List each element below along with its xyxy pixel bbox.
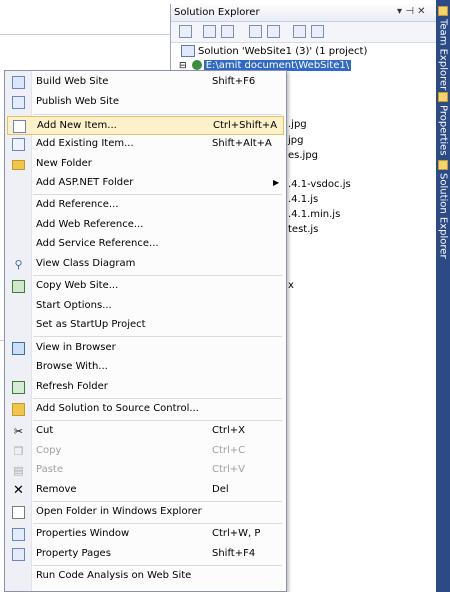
menu-separator <box>33 275 282 276</box>
editor-divider <box>0 34 170 35</box>
menu-item-property-pages[interactable]: Property Pages Shift+F4 <box>7 545 284 564</box>
menu-item-add-to-source-control[interactable]: Add Solution to Source Control... <box>7 400 284 419</box>
tree-item[interactable]: .4.1.min.js <box>288 209 340 224</box>
solution-explorer-title: Solution Explorer <box>174 7 260 18</box>
build-icon <box>12 76 25 89</box>
menu-item-new-folder[interactable]: New Folder <box>7 155 284 174</box>
solution-explorer-icon <box>438 160 448 170</box>
submenu-arrow-icon: ▶ <box>273 178 280 187</box>
cut-icon: ✂ <box>13 425 24 438</box>
menu-separator <box>33 194 282 195</box>
existing-item-icon <box>12 138 25 151</box>
tree-item[interactable]: x <box>288 280 294 295</box>
menu-item-cut[interactable]: ✂ Cut Ctrl+X <box>7 422 284 441</box>
refresh-toolbar-icon[interactable] <box>203 25 216 38</box>
side-tab-strip: Team Explorer Properties Solution Explor… <box>436 0 450 592</box>
view-designer-toolbar-icon[interactable] <box>267 25 280 38</box>
properties-window-icon <box>12 528 25 541</box>
menu-separator <box>33 398 282 399</box>
browser-icon <box>12 342 25 355</box>
tab-label: Team Explorer <box>437 19 449 91</box>
panel-controls-icon[interactable]: ▾ ⊣ ✕ <box>397 6 425 17</box>
menu-item-refresh-folder[interactable]: Refresh Folder <box>7 378 284 397</box>
menu-item-open-folder-in-explorer[interactable]: Open Folder in Windows Explorer <box>7 503 284 522</box>
tab-label: Solution Explorer <box>437 173 449 259</box>
menu-item-add-reference[interactable]: Add Reference... <box>7 196 284 215</box>
tree-item[interactable]: test.js <box>288 224 318 239</box>
solution-explorer-toolbar <box>171 22 437 43</box>
tree-item[interactable]: jpg <box>288 135 303 150</box>
folder-icon <box>12 160 25 170</box>
menu-item-start-options[interactable]: Start Options... <box>7 297 284 316</box>
tree-item[interactable]: es.jpg <box>288 150 318 165</box>
remove-icon: ✕ <box>13 483 24 498</box>
properties-icon <box>438 92 448 102</box>
menu-item-set-startup-project[interactable]: Set as StartUp Project <box>7 316 284 335</box>
menu-separator <box>33 114 282 115</box>
menu-item-copy[interactable]: ❐ Copy Ctrl+C <box>7 442 284 461</box>
tree-item[interactable]: .4.1.js <box>288 194 318 209</box>
tree-item[interactable]: .4.1-vsdoc.js <box>288 179 351 194</box>
publish-icon <box>12 96 25 109</box>
menu-item-publish-web-site[interactable]: Publish Web Site <box>7 93 284 112</box>
menu-item-properties-window[interactable]: Properties Window Ctrl+W, P <box>7 525 284 544</box>
tab-solution-explorer[interactable]: Solution Explorer <box>436 160 450 259</box>
website-icon <box>191 60 202 70</box>
menu-item-view-class-diagram[interactable]: ⚲ View Class Diagram <box>7 255 284 274</box>
menu-item-browse-with[interactable]: Browse With... <box>7 358 284 377</box>
menu-separator <box>33 523 282 524</box>
menu-separator <box>33 565 282 566</box>
solution-node[interactable]: Solution 'WebSite1 (3)' (1 project) <box>181 45 367 60</box>
solution-explorer-titlebar: Solution Explorer ▾ ⊣ ✕ <box>171 4 437 22</box>
view-code-toolbar-icon[interactable] <box>249 25 262 38</box>
menu-item-view-in-browser[interactable]: View in Browser <box>7 339 284 358</box>
paste-icon: ▤ <box>13 464 24 477</box>
new-item-icon <box>13 120 26 133</box>
copy-web-toolbar-icon[interactable] <box>293 25 306 38</box>
tab-properties[interactable]: Properties <box>436 92 450 156</box>
class-diagram-icon: ⚲ <box>14 258 23 271</box>
context-menu: Build Web Site Shift+F6 Publish Web Site … <box>4 70 287 592</box>
team-explorer-icon <box>438 6 448 16</box>
menu-item-paste[interactable]: ▤ Paste Ctrl+V <box>7 461 284 480</box>
refresh-icon <box>12 381 25 394</box>
solution-icon <box>181 45 195 57</box>
tab-team-explorer[interactable]: Team Explorer <box>436 6 450 90</box>
menu-item-add-service-reference[interactable]: Add Service Reference... <box>7 235 284 254</box>
menu-item-run-code-analysis[interactable]: Run Code Analysis on Web Site <box>7 567 284 586</box>
copy-icon: ❐ <box>13 445 24 458</box>
menu-separator <box>33 501 282 502</box>
asp-config-toolbar-icon[interactable] <box>311 25 324 38</box>
menu-item-add-existing-item[interactable]: Add Existing Item... Shift+Alt+A <box>7 135 284 154</box>
solution-label: Solution 'WebSite1 (3)' (1 project) <box>198 46 368 57</box>
copy-site-icon <box>12 280 25 293</box>
tree-item[interactable]: .jpg <box>288 119 307 134</box>
menu-item-build-web-site[interactable]: Build Web Site Shift+F6 <box>7 73 284 92</box>
menu-item-add-web-reference[interactable]: Add Web Reference... <box>7 216 284 235</box>
menu-separator <box>33 336 282 337</box>
tab-label: Properties <box>437 105 449 156</box>
menu-item-add-new-item[interactable]: Add New Item... Ctrl+Shift+A <box>7 116 284 135</box>
nest-files-toolbar-icon[interactable] <box>221 25 234 38</box>
properties-toolbar-icon[interactable] <box>179 25 192 38</box>
menu-separator <box>33 420 282 421</box>
open-folder-icon <box>12 506 25 519</box>
menu-item-remove[interactable]: ✕ Remove Del <box>7 481 284 500</box>
menu-item-copy-web-site[interactable]: Copy Web Site... <box>7 277 284 296</box>
property-pages-icon <box>12 548 25 561</box>
menu-item-add-aspnet-folder[interactable]: Add ASP.NET Folder ▶ <box>7 174 284 193</box>
source-control-icon <box>12 403 25 416</box>
